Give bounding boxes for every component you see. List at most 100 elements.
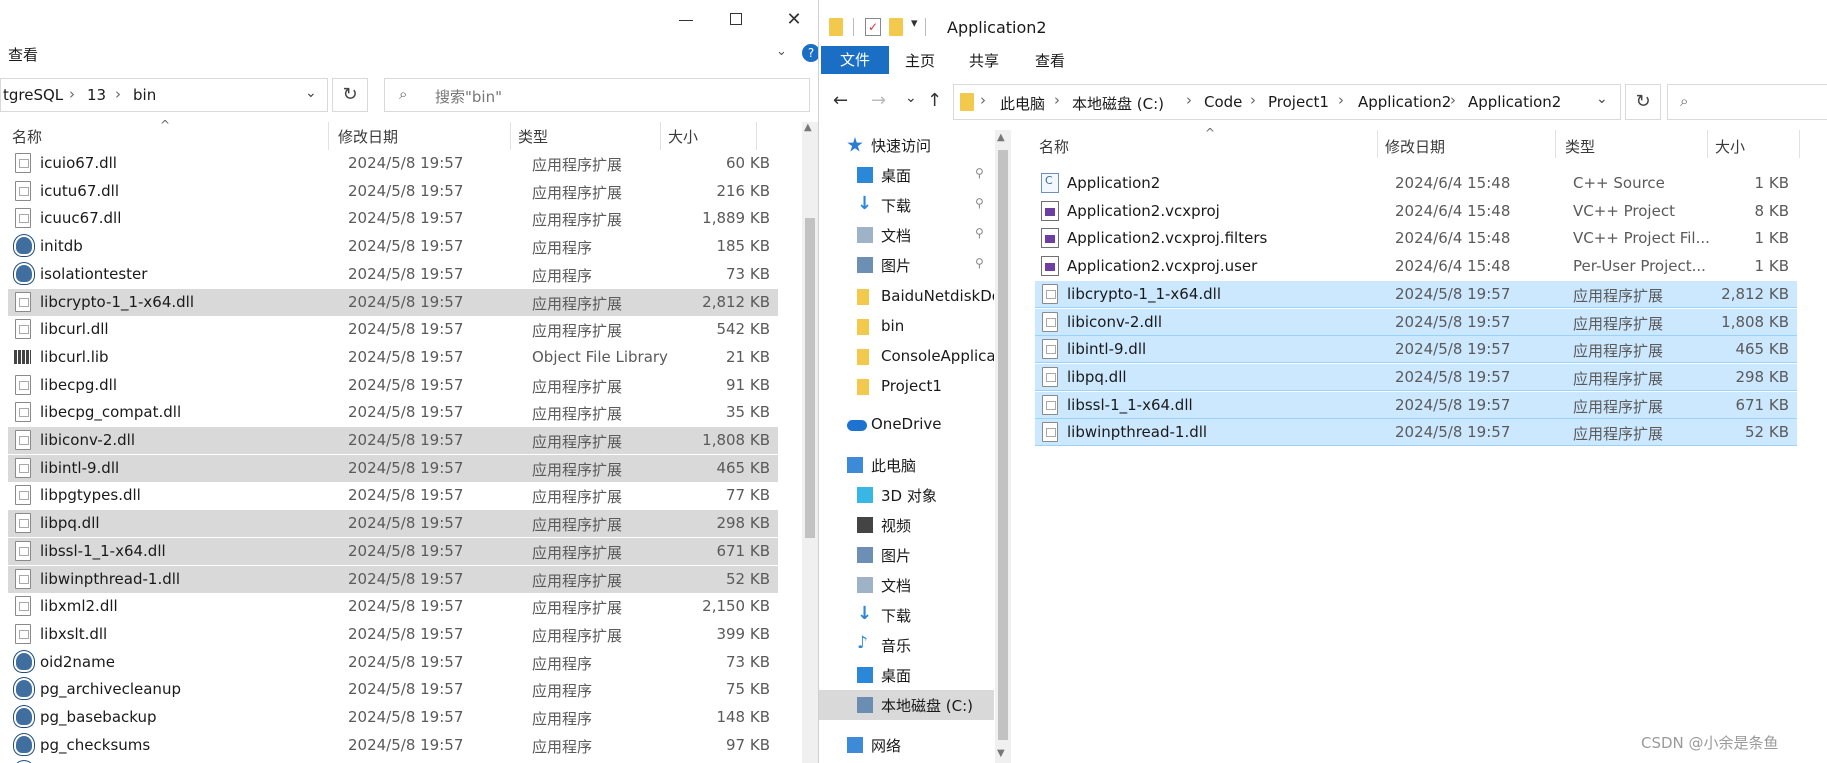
nav-item[interactable]: 桌面 xyxy=(819,660,994,690)
nav-item[interactable]: 3D 对象 xyxy=(819,480,994,510)
scroll-up-arrow-icon[interactable]: ▲ xyxy=(997,132,1005,143)
file-row[interactable]: libecpg_compat.dll 2024/5/8 19:57 应用程序扩展 35… xyxy=(8,399,778,426)
file-row[interactable]: oid2name 2024/5/8 19:57 应用程序 73 KB xyxy=(8,649,778,676)
pin-icon[interactable]: ⚲ xyxy=(975,226,984,240)
file-row[interactable]: libxslt.dll 2024/5/8 19:57 应用程序扩展 399 KB xyxy=(8,621,778,648)
tab-file[interactable]: 文件 xyxy=(821,46,889,74)
nav-item[interactable]: 此电脑 xyxy=(819,450,994,480)
nav-item[interactable]: ↓ 下载 xyxy=(819,600,994,630)
file-row[interactable]: libiconv-2.dll 2024/5/8 19:57 应用程序扩展 1,808 … xyxy=(8,427,778,454)
file-row[interactable]: isolationtester 2024/5/8 19:57 应用程序 73 KB xyxy=(8,261,778,288)
nav-item[interactable]: 网络 xyxy=(819,730,994,760)
file-row[interactable]: libpq.dll 2024/5/8 19:57 应用程序扩展 298 KB xyxy=(1035,363,1797,391)
nav-item[interactable]: 快速访问 xyxy=(819,130,994,160)
search-box[interactable]: ⌕ xyxy=(1667,84,1827,120)
nav-item[interactable]: 文档 xyxy=(819,570,994,600)
close-button[interactable]: ✕ xyxy=(780,8,808,32)
column-header-modified[interactable]: 修改日期 xyxy=(338,126,398,147)
column-header-size[interactable]: 大小 xyxy=(668,126,698,147)
search-box[interactable]: ⌕ 搜索"bin" xyxy=(384,78,810,112)
recent-locations-chevron-icon[interactable]: ⌄ xyxy=(905,90,917,106)
breadcrumb-item[interactable]: Project1 xyxy=(1268,93,1329,111)
nav-item[interactable]: ConsoleApplica xyxy=(819,342,994,372)
new-folder-icon[interactable] xyxy=(889,18,903,36)
column-header-name[interactable]: 名称 xyxy=(12,126,42,147)
column-header-size[interactable]: 大小 xyxy=(1715,136,1745,157)
minimize-button[interactable] xyxy=(672,8,700,32)
file-row[interactable]: icuio67.dll 2024/5/8 19:57 应用程序扩展 60 KB xyxy=(8,150,778,177)
file-row[interactable]: libcurl.lib 2024/5/8 19:57 Object File Lib… xyxy=(8,344,778,371)
search-input[interactable]: 搜索"bin" xyxy=(435,86,502,107)
pin-icon[interactable]: ⚲ xyxy=(975,256,984,270)
file-row[interactable]: libiconv-2.dll 2024/5/8 19:57 应用程序扩展 1,808 … xyxy=(1035,308,1797,336)
maximize-button[interactable] xyxy=(722,8,750,32)
forward-button[interactable]: → xyxy=(871,90,886,111)
file-row[interactable]: libpq.dll 2024/5/8 19:57 应用程序扩展 298 KB xyxy=(8,510,778,538)
file-row[interactable]: libcurl.dll 2024/5/8 19:57 应用程序扩展 542 KB xyxy=(8,316,778,343)
scrollbar-thumb[interactable] xyxy=(998,150,1008,740)
address-dropdown-icon[interactable]: ⌄ xyxy=(1596,91,1608,107)
nav-item[interactable]: 文档 ⚲ xyxy=(819,220,994,250)
nav-scrollbar[interactable]: ▲ ▼ xyxy=(995,130,1011,763)
ribbon-tab-view[interactable]: 查看 xyxy=(8,44,38,65)
file-row[interactable]: icutu67.dll 2024/5/8 19:57 应用程序扩展 216 KB xyxy=(8,178,778,205)
tab-share[interactable]: 共享 xyxy=(969,50,999,71)
file-row[interactable]: pg_config2024/5/8 19:57应用程序74 KB xyxy=(8,759,778,763)
file-row[interactable]: Application2.vcxproj.user 2024/6/4 15:48 P… xyxy=(1035,253,1797,280)
file-row[interactable]: icuuc67.dll 2024/5/8 19:57 应用程序扩展 1,889 KB xyxy=(8,205,778,232)
file-row[interactable]: libecpg.dll 2024/5/8 19:57 应用程序扩展 91 KB xyxy=(8,372,778,399)
file-row[interactable]: libintl-9.dll 2024/5/8 19:57 应用程序扩展 465 KB xyxy=(8,454,778,482)
tab-home[interactable]: 主页 xyxy=(905,50,935,71)
scroll-up-arrow-icon[interactable]: ▲ xyxy=(804,122,812,133)
file-row[interactable]: pg_archivecleanup 2024/5/8 19:57 应用程序 75 KB xyxy=(8,676,778,703)
file-row[interactable]: Application2.vcxproj.filters 2024/6/4 15:… xyxy=(1035,225,1797,252)
nav-item[interactable]: 视频 xyxy=(819,510,994,540)
file-row[interactable]: libssl-1_1-x64.dll 2024/5/8 19:57 应用程序扩展 67… xyxy=(1035,391,1797,419)
breadcrumb-item[interactable]: 本地磁盘 (C:) xyxy=(1072,93,1164,114)
breadcrumb-item[interactable]: bin xyxy=(133,86,156,104)
file-row[interactable]: initdb 2024/5/8 19:57 应用程序 185 KB xyxy=(8,233,778,260)
nav-item[interactable]: 本地磁盘 (C:) xyxy=(819,690,994,720)
nav-item[interactable]: OneDrive xyxy=(819,410,994,440)
address-bar[interactable]: tgreSQL › 13 › bin ⌄ xyxy=(0,78,328,112)
file-row[interactable]: libxml2.dll 2024/5/8 19:57 应用程序扩展 2,150 KB xyxy=(8,593,778,620)
file-row[interactable]: libintl-9.dll 2024/5/8 19:57 应用程序扩展 465 KB xyxy=(1035,336,1797,364)
column-header-type[interactable]: 类型 xyxy=(518,126,548,147)
nav-item[interactable]: 桌面 ⚲ xyxy=(819,160,994,190)
file-row[interactable]: pg_checksums 2024/5/8 19:57 应用程序 97 KB xyxy=(8,732,778,759)
scrollbar-thumb[interactable] xyxy=(805,218,815,538)
breadcrumb-item[interactable]: tgreSQL xyxy=(3,86,63,104)
column-header-name[interactable]: 名称 xyxy=(1039,136,1069,157)
nav-item[interactable]: BaiduNetdiskDo xyxy=(819,282,994,312)
pin-icon[interactable]: ⚲ xyxy=(975,166,984,180)
breadcrumb-item[interactable]: Application2 xyxy=(1358,93,1451,111)
nav-item[interactable]: ♪ 音乐 xyxy=(819,630,994,660)
pin-icon[interactable]: ⚲ xyxy=(975,196,984,210)
ribbon-expand-chevron-icon[interactable]: ⌄ xyxy=(776,44,787,59)
refresh-button[interactable]: ↻ xyxy=(332,78,368,112)
breadcrumb-item[interactable]: Application2 xyxy=(1468,93,1561,111)
help-icon[interactable]: ? xyxy=(802,44,818,62)
scroll-down-arrow-icon[interactable]: ▼ xyxy=(997,748,1005,759)
file-row[interactable]: libwinpthread-1.dll 2024/5/8 19:57 应用程序扩展 5… xyxy=(8,565,778,593)
file-row[interactable]: libcrypto-1_1-x64.dll 2024/5/8 19:57 应用程序扩… xyxy=(8,288,778,316)
breadcrumb-item[interactable]: 此电脑 xyxy=(1000,93,1045,114)
nav-item[interactable]: ↓ 下载 ⚲ xyxy=(819,190,994,220)
address-dropdown-icon[interactable]: ⌄ xyxy=(305,85,317,101)
column-header-type[interactable]: 类型 xyxy=(1565,136,1595,157)
nav-item[interactable]: 图片 ⚲ xyxy=(819,250,994,280)
column-header-modified[interactable]: 修改日期 xyxy=(1385,136,1445,157)
nav-item[interactable]: Project1 xyxy=(819,372,994,402)
refresh-button[interactable]: ↻ xyxy=(1625,84,1661,120)
up-button[interactable]: ↑ xyxy=(927,90,942,111)
nav-item[interactable]: 图片 xyxy=(819,540,994,570)
file-row[interactable]: libssl-1_1-x64.dll 2024/5/8 19:57 应用程序扩展 67… xyxy=(8,537,778,565)
file-row[interactable]: pg_basebackup 2024/5/8 19:57 应用程序 148 KB xyxy=(8,704,778,731)
customize-toolbar-dropdown-icon[interactable]: ▾ xyxy=(911,16,918,31)
breadcrumb-item[interactable]: Code xyxy=(1204,93,1242,111)
file-row[interactable]: Application2.vcxproj 2024/6/4 15:48 VC++ P… xyxy=(1035,198,1797,225)
address-bar[interactable]: › 此电脑 › 本地磁盘 (C:) › Code › Project1 › Ap… xyxy=(953,84,1621,120)
nav-item[interactable]: bin xyxy=(819,312,994,342)
breadcrumb-item[interactable]: 13 xyxy=(87,86,106,104)
back-button[interactable]: ← xyxy=(833,90,848,111)
